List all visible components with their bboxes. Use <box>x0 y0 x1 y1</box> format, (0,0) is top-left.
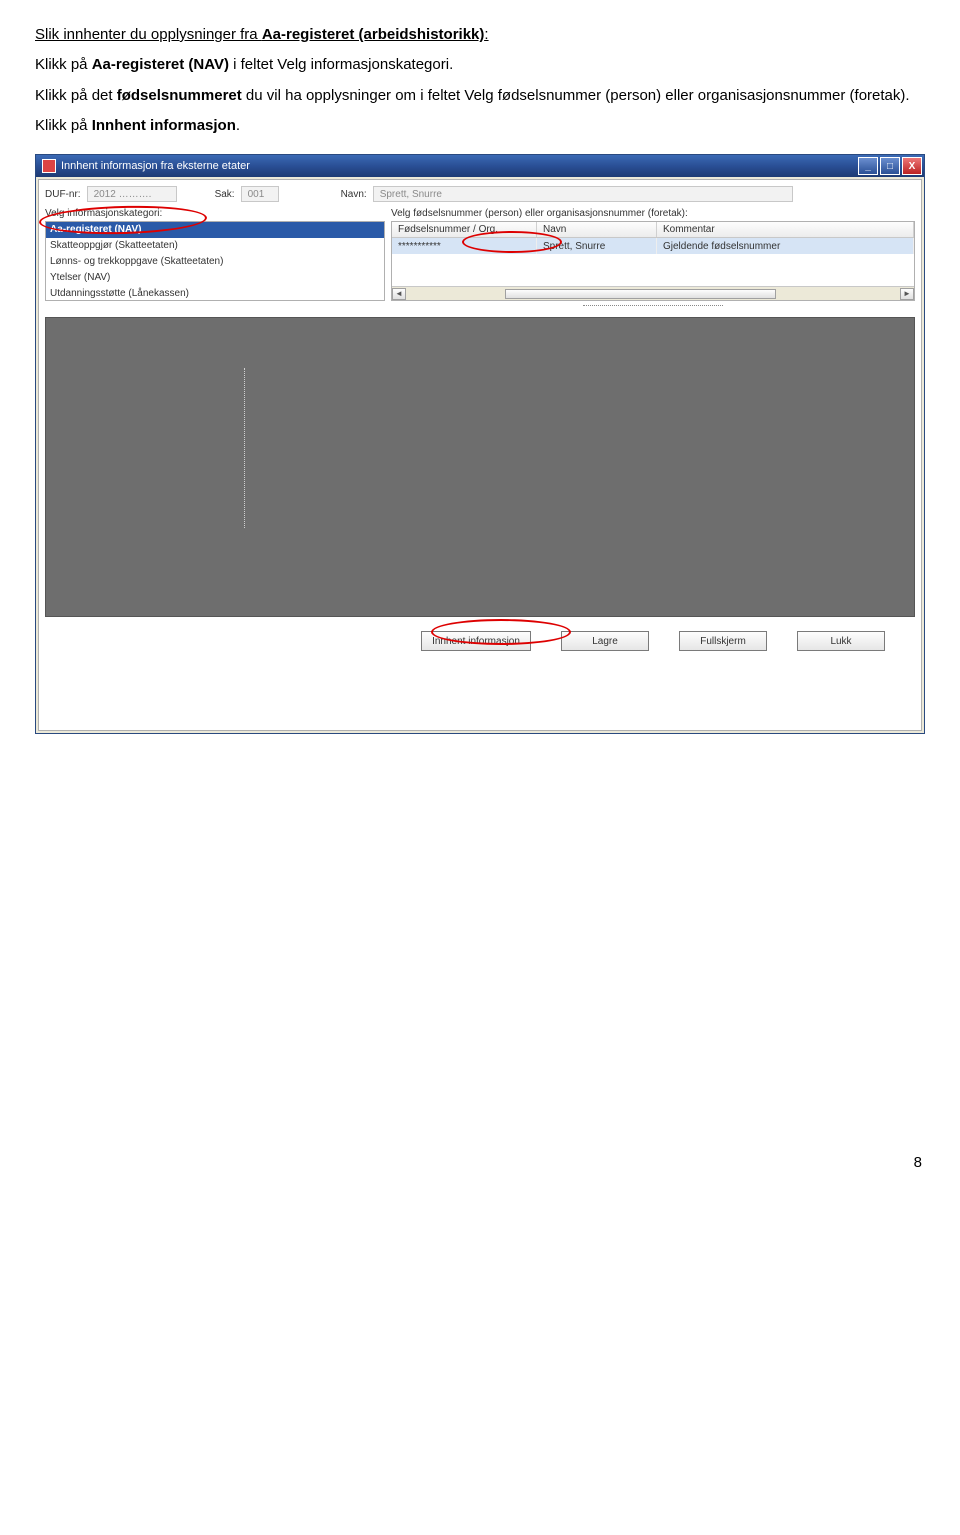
intro-title-bold: Aa-registeret (arbeidshistorikk) <box>262 26 485 43</box>
main-split: Velg informasjonskategori: Aa-registeret… <box>45 208 915 311</box>
fnr-label: Velg fødselsnummer (person) eller organi… <box>391 208 915 219</box>
right-column: Velg fødselsnummer (person) eller organi… <box>391 208 915 311</box>
scroll-thumb[interactable] <box>505 289 777 299</box>
minimize-button[interactable]: _ <box>858 157 878 175</box>
para3-b: Innhent informasjon <box>92 117 236 134</box>
intro-title-tail: : <box>484 26 488 43</box>
maximize-button[interactable]: □ <box>880 157 900 175</box>
app-window: Innhent informasjon fra eksterne etater … <box>35 154 925 734</box>
lukk-button[interactable]: Lukk <box>797 631 885 651</box>
col-kommentar[interactable]: Kommentar <box>657 222 914 237</box>
category-item-lonns-trekk[interactable]: Lønns- og trekkoppgave (Skatteetaten) <box>46 254 384 270</box>
para1-c: i feltet Velg informasjonskategori. <box>229 56 453 73</box>
chevron-left-icon: ◄ <box>395 289 403 298</box>
fnr-table[interactable]: Fødselsnummer / Org. Navn Kommentar ****… <box>391 221 915 301</box>
close-icon: X <box>909 161 916 172</box>
para1-b: Aa-registeret (NAV) <box>92 56 229 73</box>
window-inner: DUF-nr: 2012 ………. Sak: 001 Navn: Sprett,… <box>36 177 924 733</box>
content-panel: DUF-nr: 2012 ………. Sak: 001 Navn: Sprett,… <box>38 179 922 731</box>
para2-c: du vil ha opplysninger om i feltet Velg … <box>242 87 910 104</box>
innhent-informasjon-button[interactable]: Innhent informasjon <box>421 631 531 651</box>
dotted-divider <box>583 305 723 311</box>
results-panel <box>45 317 915 617</box>
scroll-right-button[interactable]: ► <box>900 288 914 300</box>
para2-a: Klikk på det <box>35 87 117 104</box>
minimize-icon: _ <box>865 161 871 172</box>
sak-field: 001 <box>241 186 279 202</box>
category-label: Velg informasjonskategori: <box>45 208 385 219</box>
lagre-button[interactable]: Lagre <box>561 631 649 651</box>
cell-fnr: *********** <box>392 238 537 254</box>
category-listbox[interactable]: Aa-registeret (NAV) Skatteoppgjør (Skatt… <box>45 221 385 301</box>
navn-field: Sprett, Snurre <box>373 186 793 202</box>
fnr-table-header: Fødselsnummer / Org. Navn Kommentar <box>392 222 914 238</box>
page-number: 8 <box>35 1154 925 1171</box>
cell-kommentar: Gjeldende fødselsnummer <box>657 238 914 254</box>
titlebar[interactable]: Innhent informasjon fra eksterne etater … <box>36 155 924 177</box>
app-icon <box>42 159 56 173</box>
para2-b: fødselsnummeret <box>117 87 242 104</box>
category-item-aa-registeret[interactable]: Aa-registeret (NAV) <box>46 222 384 238</box>
para1-a: Klikk på <box>35 56 92 73</box>
sak-label: Sak: <box>215 189 235 200</box>
navn-label: Navn: <box>341 189 367 200</box>
app-screenshot: Innhent informasjon fra eksterne etater … <box>35 154 925 734</box>
close-button[interactable]: X <box>902 157 922 175</box>
fullskjerm-button[interactable]: Fullskjerm <box>679 631 767 651</box>
duf-label: DUF-nr: <box>45 189 81 200</box>
window-controls: _ □ X <box>858 157 922 175</box>
col-fnr[interactable]: Fødselsnummer / Org. <box>392 222 537 237</box>
header-row: DUF-nr: 2012 ………. Sak: 001 Navn: Sprett,… <box>45 186 915 202</box>
vertical-divider-dots <box>244 368 245 528</box>
para3-c: . <box>236 117 240 134</box>
horizontal-scrollbar[interactable]: ◄ ► <box>392 286 914 300</box>
intro-title-plain: Slik innhenter du opplysninger fra <box>35 26 262 43</box>
category-item-utdanningsstotte[interactable]: Utdanningsstøtte (Lånekassen) <box>46 286 384 302</box>
scroll-track[interactable] <box>406 288 900 300</box>
para3-a: Klikk på <box>35 117 92 134</box>
fnr-table-row[interactable]: *********** Sprett, Snurre Gjeldende fød… <box>392 238 914 254</box>
intro-para-3: Klikk på Innhent informasjon. <box>35 116 925 136</box>
chevron-right-icon: ► <box>903 289 911 298</box>
category-item-skatteoppgjor[interactable]: Skatteoppgjør (Skatteetaten) <box>46 238 384 254</box>
cell-navn: Sprett, Snurre <box>537 238 657 254</box>
duf-field: 2012 ………. <box>87 186 177 202</box>
col-navn[interactable]: Navn <box>537 222 657 237</box>
left-column: Velg informasjonskategori: Aa-registeret… <box>45 208 385 311</box>
scroll-left-button[interactable]: ◄ <box>392 288 406 300</box>
button-bar: Innhent informasjon Lagre Fullskjerm Luk… <box>45 617 915 657</box>
intro-title: Slik innhenter du opplysninger fra Aa-re… <box>35 25 925 45</box>
intro-para-2: Klikk på det fødselsnummeret du vil ha o… <box>35 86 925 106</box>
intro-para-1: Klikk på Aa-registeret (NAV) i feltet Ve… <box>35 55 925 75</box>
window-title: Innhent informasjon fra eksterne etater <box>61 160 858 172</box>
category-item-ytelser[interactable]: Ytelser (NAV) <box>46 270 384 286</box>
maximize-icon: □ <box>887 161 893 172</box>
